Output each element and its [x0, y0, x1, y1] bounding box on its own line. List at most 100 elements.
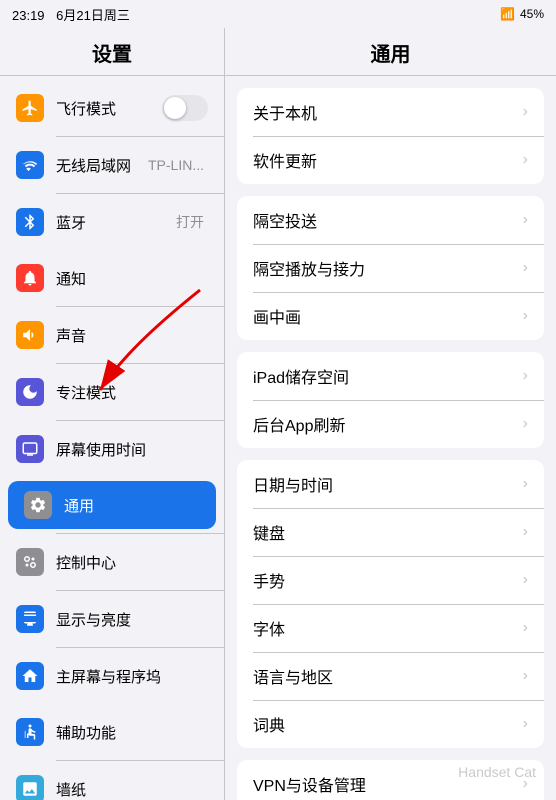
content-section-3: iPad储存空间 › 后台App刷新 › [237, 352, 544, 448]
divider [56, 590, 224, 591]
divider [56, 306, 224, 307]
sidebar-item-focus[interactable]: 专注模式 [0, 368, 224, 416]
content-row-ipadstorage[interactable]: iPad储存空间 › [237, 352, 544, 400]
content-section-2: 隔空投送 › 隔空播放与接力 › 画中画 › [237, 196, 544, 340]
content-row-bgrefresh[interactable]: 后台App刷新 › [237, 400, 544, 448]
content-row-pip[interactable]: 画中画 › [237, 292, 544, 340]
content-row-gesture[interactable]: 手势 › [237, 556, 544, 604]
chevron-icon: › [523, 367, 528, 385]
status-icons: 📶 45% [500, 7, 544, 21]
screentime-icon-wrap [16, 435, 44, 463]
sidebar-title: 设置 [0, 28, 224, 76]
language-label: 语言与地区 [253, 664, 523, 688]
sidebar-item-sound[interactable]: 声音 [0, 311, 224, 359]
content-row-about[interactable]: 关于本机 › [237, 88, 544, 136]
sidebar-item-screentime[interactable]: 屏幕使用时间 [0, 425, 224, 473]
notification-icon-wrap [16, 264, 44, 292]
homescreen-icon-wrap [16, 662, 44, 690]
sidebar-label-controlcenter: 控制中心 [56, 552, 208, 573]
about-label: 关于本机 [253, 100, 523, 124]
sidebar-label-homescreen: 主屏幕与程序坞 [56, 666, 208, 687]
time: 23:19 [12, 8, 45, 23]
content-row-vpn[interactable]: VPN与设备管理 › [237, 760, 544, 800]
content-section-5: VPN与设备管理 › [237, 760, 544, 800]
divider [56, 136, 224, 137]
chevron-icon: › [523, 667, 528, 685]
sidebar-item-wallpaper[interactable]: 墙纸 [0, 765, 224, 800]
chevron-icon: › [523, 307, 528, 325]
chevron-icon: › [523, 103, 528, 121]
sidebar-section-4: 辅助功能 墙纸 Siri与搜索 Apple Penc [0, 700, 224, 800]
sidebar-item-wifi[interactable]: 无线局域网 TP-LIN... [0, 141, 224, 189]
sidebar-section-3: 通用 控制中心 显示与亮度 主屏幕与程序坞 [0, 473, 224, 700]
chevron-icon: › [523, 775, 528, 793]
sidebar-label-focus: 专注模式 [56, 382, 208, 403]
chevron-icon: › [523, 475, 528, 493]
sidebar-item-homescreen[interactable]: 主屏幕与程序坞 [0, 652, 224, 700]
gesture-label: 手势 [253, 568, 523, 592]
sidebar-item-bluetooth[interactable]: 蓝牙 打开 [0, 198, 224, 246]
chevron-icon: › [523, 619, 528, 637]
airplane-toggle[interactable] [162, 95, 208, 121]
content-row-font[interactable]: 字体 › [237, 604, 544, 652]
bgrefresh-label: 后台App刷新 [253, 412, 523, 436]
sidebar-label-sound: 声音 [56, 325, 208, 346]
content-row-keyboard[interactable]: 键盘 › [237, 508, 544, 556]
sidebar-item-airplane[interactable]: 飞行模式 [0, 84, 224, 132]
sidebar-label-general: 通用 [64, 495, 200, 516]
chevron-icon: › [523, 523, 528, 541]
content-panel: 通用 关于本机 › 软件更新 › 隔空投送 › 隔 [225, 28, 556, 800]
content-row-language[interactable]: 语言与地区 › [237, 652, 544, 700]
sidebar-item-display[interactable]: 显示与亮度 [0, 595, 224, 643]
sidebar-item-general[interactable]: 通用 [8, 481, 216, 529]
font-label: 字体 [253, 616, 523, 640]
date: 6月21日周三 [56, 8, 130, 23]
content-title: 通用 [225, 28, 556, 76]
content-section-4: 日期与时间 › 键盘 › 手势 › 字体 › 语言与地区 › [237, 460, 544, 748]
divider [56, 420, 224, 421]
focus-icon-wrap [16, 378, 44, 406]
sidebar-section-1: 飞行模式 无线局域网 TP-LIN... 蓝牙 打开 [0, 76, 224, 246]
chevron-icon: › [523, 259, 528, 277]
divider [56, 193, 224, 194]
airplane-icon-wrap [16, 94, 44, 122]
dictionary-label: 词典 [253, 712, 523, 736]
vpn-label: VPN与设备管理 [253, 772, 523, 796]
status-bar: 23:19 6月21日周三 📶 45% [0, 0, 556, 28]
sidebar-item-accessibility[interactable]: 辅助功能 [0, 708, 224, 756]
sidebar-label-wifi: 无线局域网 [56, 155, 148, 176]
controlcenter-icon-wrap [16, 548, 44, 576]
airplay-label: 隔空投送 [253, 208, 523, 232]
divider [56, 647, 224, 648]
sidebar-label-wallpaper: 墙纸 [56, 779, 208, 800]
content-row-datetime[interactable]: 日期与时间 › [237, 460, 544, 508]
battery-icon: 45% [520, 7, 544, 21]
sidebar-section-2: 通知 声音 专注模式 屏幕使用时间 [0, 246, 224, 473]
wallpaper-icon-wrap [16, 775, 44, 800]
sound-icon-wrap [16, 321, 44, 349]
content-row-airplayreceiver[interactable]: 隔空播放与接力 › [237, 244, 544, 292]
status-time-date: 23:19 6月21日周三 [12, 5, 130, 24]
datetime-label: 日期与时间 [253, 472, 523, 496]
main-container: 设置 飞行模式 无线局域网 TP-LIN... [0, 28, 556, 800]
softwareupdate-label: 软件更新 [253, 148, 523, 172]
content-section-1: 关于本机 › 软件更新 › [237, 88, 544, 184]
wifi-value: TP-LIN... [148, 157, 204, 173]
content-body[interactable]: 关于本机 › 软件更新 › 隔空投送 › 隔空播放与接力 › [225, 76, 556, 800]
bluetooth-value: 打开 [176, 212, 204, 232]
bluetooth-icon-wrap [16, 208, 44, 236]
sidebar-item-controlcenter[interactable]: 控制中心 [0, 538, 224, 586]
content-row-softwareupdate[interactable]: 软件更新 › [237, 136, 544, 184]
wifi-icon: 📶 [500, 7, 515, 21]
content-row-dictionary[interactable]: 词典 › [237, 700, 544, 748]
sidebar-label-notification: 通知 [56, 268, 208, 289]
general-icon-wrap [24, 491, 52, 519]
content-row-airplay[interactable]: 隔空投送 › [237, 196, 544, 244]
airplayreceiver-label: 隔空播放与接力 [253, 256, 523, 280]
sidebar-label-airplane: 飞行模式 [56, 98, 158, 119]
accessibility-icon-wrap [16, 718, 44, 746]
sidebar-label-bluetooth: 蓝牙 [56, 212, 176, 233]
sidebar-item-notification[interactable]: 通知 [0, 254, 224, 302]
sidebar-label-screentime: 屏幕使用时间 [56, 439, 208, 460]
chevron-icon: › [523, 415, 528, 433]
